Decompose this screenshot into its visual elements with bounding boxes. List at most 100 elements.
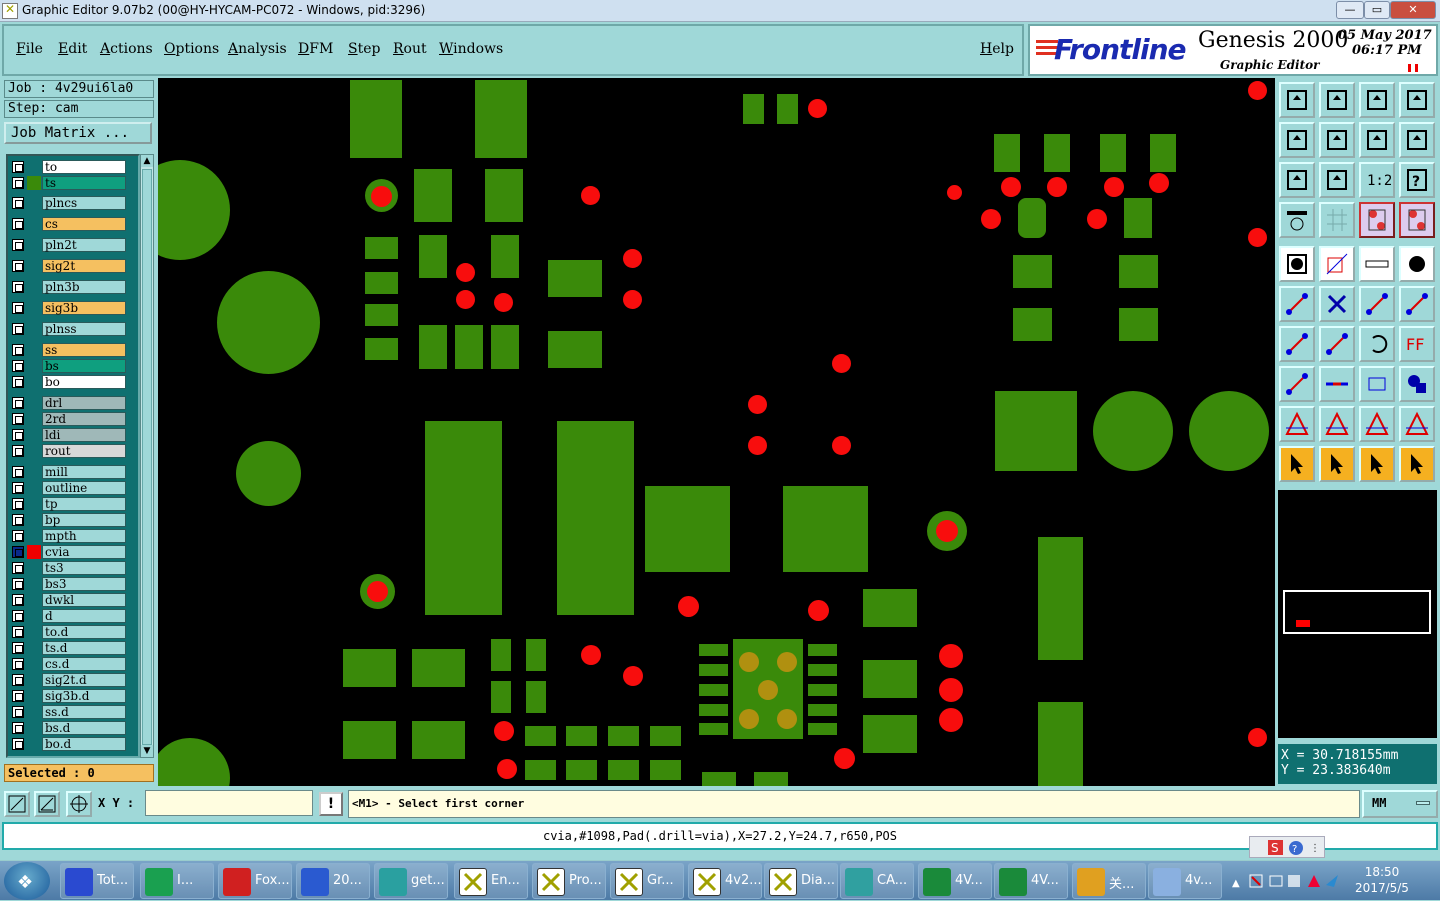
menu-windows[interactable]: Windows (439, 41, 503, 57)
layer-row-2rd[interactable]: 2rd (10, 412, 126, 426)
layer-checkbox[interactable] (12, 706, 24, 718)
ruler-icon[interactable] (1359, 246, 1395, 282)
overview-window[interactable] (1278, 490, 1437, 738)
layer-row-plncs[interactable]: plncs (10, 196, 126, 210)
layer-checkbox[interactable] (12, 161, 24, 173)
layer-checkbox[interactable] (12, 376, 24, 388)
layer-name[interactable]: bs (42, 359, 126, 373)
layer-checkbox[interactable] (12, 546, 24, 558)
layer-checkbox[interactable] (12, 626, 24, 638)
menu-rout[interactable]: Rout (393, 41, 427, 57)
scroll-up-icon[interactable]: ▲ (141, 155, 153, 167)
layer-row-ts[interactable]: ts (10, 176, 126, 190)
zoom-home-icon[interactable] (1319, 82, 1355, 118)
spacing-icon[interactable] (1359, 366, 1395, 402)
layer-row-rout[interactable]: rout (10, 444, 126, 458)
layer-name[interactable]: cs (42, 217, 126, 231)
target-icon[interactable] (1399, 246, 1435, 282)
taskbar-button[interactable]: 4v... (1148, 863, 1222, 899)
layer-name[interactable]: outline (42, 481, 126, 495)
layer-row-ss-d[interactable]: ss.d (10, 705, 126, 719)
layer-name[interactable]: bo.d (42, 737, 126, 751)
group-icon[interactable] (1399, 366, 1435, 402)
layer-checkbox[interactable] (12, 690, 24, 702)
layer-name[interactable]: ts3 (42, 561, 126, 575)
layer-row-to-d[interactable]: to.d (10, 625, 126, 639)
layer-row-sig3b[interactable]: sig3b (10, 301, 126, 315)
layer-checkbox[interactable] (12, 578, 24, 590)
layer-row-dwkl[interactable]: dwkl (10, 593, 126, 607)
triangle-up-icon[interactable] (1319, 406, 1355, 442)
window-icon[interactable] (1399, 82, 1435, 118)
scroll-down-icon[interactable]: ▼ (141, 745, 153, 757)
layer-name[interactable]: rout (42, 444, 126, 458)
taskbar-button[interactable]: Tot... (60, 863, 134, 899)
layer-checkbox[interactable] (12, 218, 24, 230)
layer-checkbox[interactable] (12, 594, 24, 606)
layer-name[interactable]: bs.d (42, 721, 126, 735)
layer-checkbox[interactable] (12, 658, 24, 670)
layer-checkbox[interactable] (12, 482, 24, 494)
layer-row-bp[interactable]: bp (10, 513, 126, 527)
minimize-button[interactable]: — (1336, 1, 1364, 19)
layer-list-scrollbar[interactable]: ▲ ▼ (140, 154, 154, 758)
layer-checkbox[interactable] (12, 260, 24, 272)
close-button[interactable]: ✕ (1390, 1, 1436, 19)
rotate-icon[interactable] (1359, 326, 1395, 362)
layer-name[interactable]: ts (42, 176, 126, 190)
layer-checkbox[interactable] (12, 429, 24, 441)
flip-icon[interactable]: FF (1399, 326, 1435, 362)
layer-row-ldi[interactable]: ldi (10, 428, 126, 442)
layer-checkbox[interactable] (12, 610, 24, 622)
menu-analysis[interactable]: Analysis (228, 41, 287, 57)
layer-name[interactable]: ldi (42, 428, 126, 442)
layer-row-sig2t[interactable]: sig2t (10, 259, 126, 273)
layer-checkbox[interactable] (12, 197, 24, 209)
taskbar-clock[interactable]: 18:50 2017/5/5 (1352, 864, 1412, 896)
layer-row-bs[interactable]: bs (10, 359, 126, 373)
layer-name[interactable]: to.d (42, 625, 126, 639)
layer-row-cs[interactable]: cs (10, 217, 126, 231)
edit-shape-icon[interactable] (1319, 246, 1355, 282)
taskbar-button[interactable]: I... (140, 863, 214, 899)
layer-checkbox[interactable] (12, 302, 24, 314)
taskbar-button[interactable]: 4V... (918, 863, 992, 899)
layer-checkbox[interactable] (12, 397, 24, 409)
layer-row-mill[interactable]: mill (10, 465, 126, 479)
layer-name[interactable]: 2rd (42, 412, 126, 426)
select-pad-icon[interactable] (1279, 246, 1315, 282)
layer-row-d[interactable]: d (10, 609, 126, 623)
execute-button[interactable]: ! (319, 792, 343, 816)
layer-name[interactable]: pln3b (42, 280, 126, 294)
layer-row-ts3[interactable]: ts3 (10, 561, 126, 575)
layer-name[interactable]: dwkl (42, 593, 126, 607)
layer-row-drl[interactable]: drl (10, 396, 126, 410)
taskbar-button[interactable]: En... (454, 863, 528, 899)
house-icon[interactable] (1359, 82, 1395, 118)
taskbar-button[interactable]: get... (374, 863, 448, 899)
taskbar-button[interactable]: Gr... (610, 863, 684, 899)
swap-icon[interactable] (1359, 122, 1395, 158)
pointer-path-icon[interactable] (1399, 446, 1435, 482)
layer-checkbox[interactable] (12, 466, 24, 478)
units-selector[interactable]: MM (1362, 790, 1438, 818)
slash-icon[interactable] (1319, 326, 1355, 362)
app-icon[interactable] (2, 2, 18, 19)
layer-row-to[interactable]: to (10, 160, 126, 174)
pointer-circle-icon[interactable] (1359, 446, 1395, 482)
layer-row-pln3b[interactable]: pln3b (10, 280, 126, 294)
layer-row-cs-d[interactable]: cs.d (10, 657, 126, 671)
job-matrix-button[interactable]: Job Matrix ... (4, 122, 152, 144)
layer-name[interactable]: ss (42, 343, 126, 357)
taskbar-button[interactable]: Pro... (532, 863, 606, 899)
layer-name[interactable]: sig2t.d (42, 673, 126, 687)
layer-checkbox[interactable] (12, 498, 24, 510)
home-icon[interactable] (1279, 82, 1315, 118)
move-icon[interactable] (1279, 366, 1315, 402)
menu-file[interactable]: File (16, 41, 43, 57)
triangle-blue-icon[interactable] (1399, 406, 1435, 442)
zoom-area-icon[interactable] (4, 791, 30, 817)
layer-checkbox[interactable] (12, 642, 24, 654)
layer-name[interactable]: ts.d (42, 641, 126, 655)
layer-checkbox[interactable] (12, 674, 24, 686)
